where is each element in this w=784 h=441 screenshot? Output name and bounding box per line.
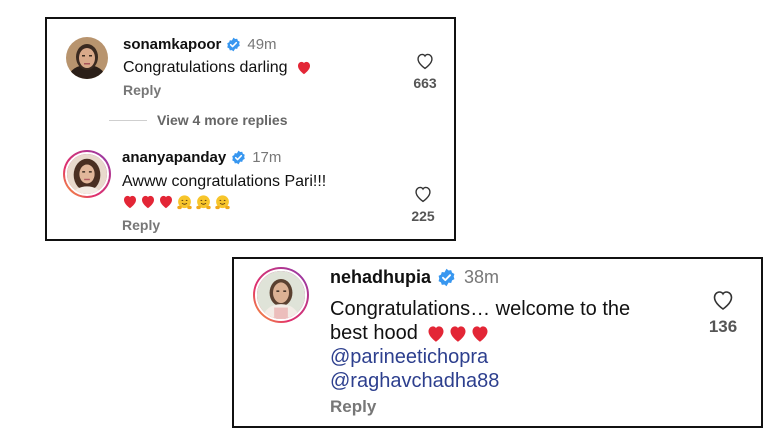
reply-button[interactable]: Reply <box>123 82 161 98</box>
avatar[interactable] <box>66 37 108 79</box>
avatar[interactable] <box>63 150 111 198</box>
comment-header: sonamkapoor 49m <box>123 36 277 53</box>
comments-panel-bottom: nehadhupia 38m Congratulations… welcome … <box>232 257 763 428</box>
heart-outline-icon <box>713 291 733 310</box>
emoji-group <box>296 60 312 75</box>
comment-ananyapanday: ananyapanday 17m Awww congratulations Pa… <box>47 139 454 239</box>
comment-text: Congratulations… welcome to the best hoo… <box>330 297 630 393</box>
hugging-face-emoji-icon <box>196 195 211 210</box>
reply-button[interactable]: Reply <box>122 217 160 233</box>
mention-link[interactable]: @raghavchadha88 <box>330 369 630 393</box>
comment-header: nehadhupia 38m <box>330 267 499 288</box>
heart-outline-icon <box>415 186 431 203</box>
comment-nehadhupia: nehadhupia 38m Congratulations… welcome … <box>234 259 761 426</box>
red-heart-emoji-icon <box>142 196 154 209</box>
like-count: 225 <box>411 208 435 224</box>
view-more-replies-label: View 4 more replies <box>157 112 288 128</box>
red-heart-emoji-icon <box>160 196 172 209</box>
like-button[interactable]: 136 <box>700 289 746 337</box>
timestamp: 17m <box>252 149 282 166</box>
comment-text: Congratulations darling <box>123 59 312 77</box>
comments-panel-top: sonamkapoor 49m Congratulations darling … <box>45 17 456 241</box>
emoji-group <box>426 324 490 343</box>
verified-badge-icon <box>226 37 241 52</box>
like-button[interactable]: 663 <box>405 52 445 91</box>
like-count: 663 <box>413 75 437 91</box>
username[interactable]: nehadhupia <box>330 267 431 288</box>
emoji-group <box>122 194 231 212</box>
like-count: 136 <box>708 317 738 336</box>
comment-body-line-2: best hood <box>330 322 418 344</box>
red-heart-emoji-icon <box>450 326 466 343</box>
hugging-face-emoji-icon <box>177 195 192 210</box>
view-more-replies-link[interactable]: View 4 more replies <box>109 112 287 128</box>
comment-body-line-1: Congratulations… welcome to the <box>330 298 631 320</box>
verified-badge-icon <box>231 150 246 165</box>
timestamp: 49m <box>247 36 277 53</box>
avatar[interactable] <box>253 267 309 323</box>
comment-body: Congratulations darling <box>123 59 288 76</box>
mention-link[interactable]: @parineetichopra <box>330 345 630 369</box>
timestamp: 38m <box>464 267 500 287</box>
comment-sonamkapoor: sonamkapoor 49m Congratulations darling … <box>47 19 454 109</box>
reply-button[interactable]: Reply <box>330 397 376 417</box>
divider <box>109 119 147 121</box>
comment-header: ananyapanday 17m <box>122 149 281 166</box>
like-button[interactable]: 225 <box>403 185 443 224</box>
red-heart-emoji-icon <box>428 326 444 343</box>
red-heart-emoji-icon <box>124 196 136 209</box>
username[interactable]: sonamkapoor <box>123 36 221 53</box>
red-heart-emoji-icon <box>472 326 488 343</box>
red-heart-emoji-icon <box>298 62 310 75</box>
username[interactable]: ananyapanday <box>122 149 226 166</box>
comment-body: Awww congratulations Pari!!! <box>122 173 327 190</box>
verified-badge-icon <box>437 268 456 287</box>
hugging-face-emoji-icon <box>215 195 230 210</box>
heart-outline-icon <box>417 53 433 70</box>
